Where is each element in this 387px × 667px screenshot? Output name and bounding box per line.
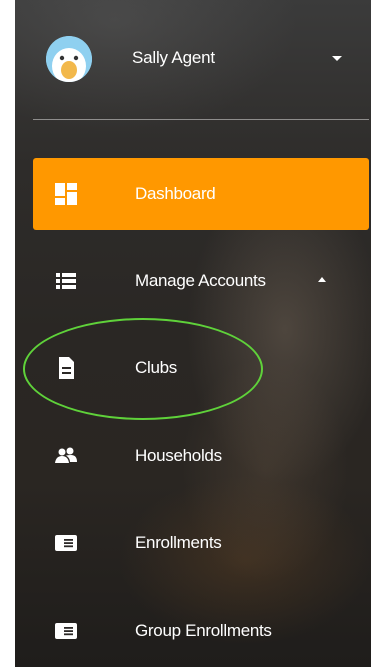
nav-item-households[interactable]: Households bbox=[33, 420, 369, 492]
list-icon bbox=[53, 268, 79, 294]
nav-label-group-enrollments: Group Enrollments bbox=[135, 621, 272, 640]
enrollment-card-icon bbox=[53, 530, 79, 556]
caret-down-icon[interactable] bbox=[332, 56, 342, 61]
user-avatar[interactable] bbox=[46, 36, 92, 82]
nav-label-households: Households bbox=[135, 446, 222, 465]
nav-label-dashboard: Dashboard bbox=[135, 184, 216, 203]
nav-item-enrollments[interactable]: Enrollments bbox=[33, 507, 369, 579]
nav-label-clubs: Clubs bbox=[135, 358, 177, 377]
document-icon bbox=[53, 355, 79, 381]
user-name[interactable]: Sally Agent bbox=[132, 48, 215, 68]
enrollment-card-icon bbox=[53, 618, 79, 644]
nav-item-group-enrollments[interactable]: Group Enrollments bbox=[33, 595, 369, 667]
divider bbox=[33, 119, 369, 120]
nav-label-manage-accounts: Manage Accounts bbox=[135, 271, 266, 290]
sidebar: Sally Agent Dashboard Manage Accounts Cl… bbox=[15, 0, 371, 667]
nav-item-dashboard[interactable]: Dashboard bbox=[33, 158, 369, 230]
duck-avatar-icon bbox=[46, 36, 92, 82]
people-icon bbox=[53, 443, 79, 469]
nav-item-clubs[interactable]: Clubs bbox=[33, 332, 369, 404]
nav-label-enrollments: Enrollments bbox=[135, 533, 222, 552]
user-menu[interactable]: Sally Agent bbox=[15, 0, 371, 115]
dashboard-icon bbox=[53, 181, 79, 207]
caret-up-icon[interactable] bbox=[318, 277, 326, 282]
nav-item-manage-accounts[interactable]: Manage Accounts bbox=[33, 245, 369, 317]
